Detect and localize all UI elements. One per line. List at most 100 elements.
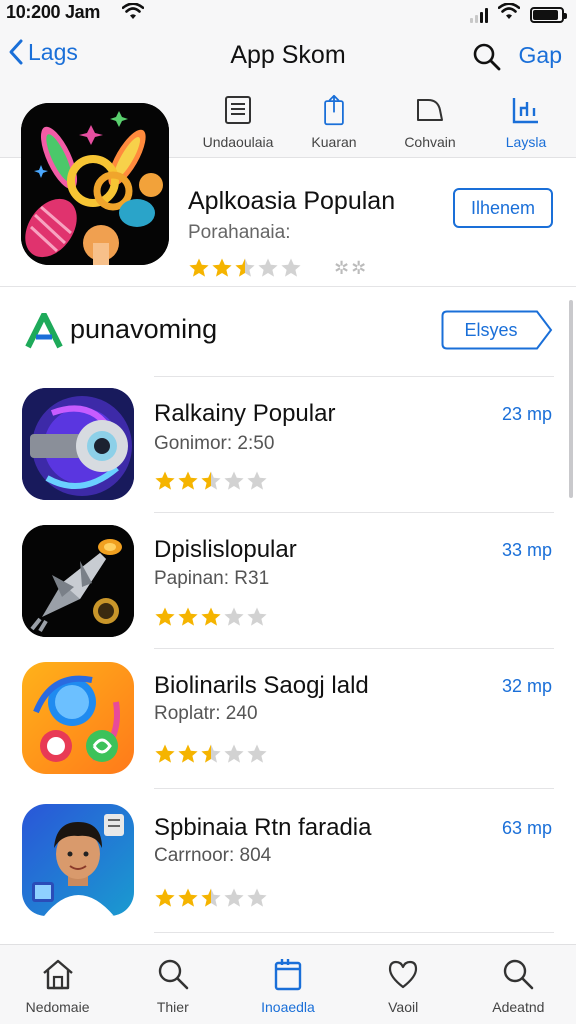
tab-label: Inoaedla — [261, 999, 315, 1015]
app-icon — [22, 662, 134, 774]
star-rating — [154, 606, 268, 628]
tab-apps[interactable]: Inoaedla — [230, 945, 345, 1024]
search-icon — [504, 959, 534, 990]
list-item[interactable]: Ralkainy Popular Gonimor: 2:50 23 mp — [0, 376, 576, 512]
section-button-label: Elsyes — [464, 319, 518, 340]
app-icon — [22, 388, 134, 500]
list-item[interactable]: Spbinaia Rtn faradia Carrnoor: 804 63 mp — [0, 788, 576, 926]
star-icon — [281, 258, 301, 277]
home-icon — [42, 959, 73, 990]
category-tab-label: Cohvain — [404, 134, 456, 150]
star-icon — [201, 888, 221, 907]
star-icon — [224, 471, 244, 490]
tab-favorites[interactable]: Vaoil — [346, 945, 461, 1024]
category-tab-label: Kuaran — [311, 134, 357, 150]
nav-action-button[interactable]: Gap — [519, 42, 562, 69]
wifi-icon — [121, 2, 145, 26]
app-name: Ralkainy Popular — [154, 400, 336, 427]
navigation-bar: Lags App Skom Gap — [0, 26, 576, 86]
app-size: 63 mp — [501, 818, 552, 838]
wifi-icon — [497, 2, 521, 26]
status-bar: 10:200 Jam — [0, 0, 576, 26]
search-button[interactable] — [472, 42, 502, 77]
star-icon — [247, 471, 267, 490]
star-icon — [224, 888, 244, 907]
section-logo-icon — [24, 312, 64, 354]
featured-app-title: Aplkoasia Populan — [188, 187, 396, 215]
app-icon — [22, 804, 134, 916]
divider — [154, 788, 554, 789]
document-icon — [225, 96, 251, 124]
category-tabs: Undaoulaia Kuaran Cohvain Laysla — [190, 86, 576, 158]
star-icon — [155, 888, 175, 907]
list-item[interactable]: Dpislislopular Papinan: R31 33 mp — [0, 512, 576, 648]
star-icon — [247, 744, 267, 763]
star-icon — [178, 888, 198, 907]
category-tab-2[interactable]: Kuaran — [286, 86, 382, 158]
share-icon — [324, 94, 344, 126]
tab-bar: Nedomaie Thier Inoaedla Vaoil Adeatnd — [0, 944, 576, 1024]
star-icon — [224, 744, 244, 763]
star-rating — [154, 470, 268, 492]
tab-home[interactable]: Nedomaie — [0, 945, 115, 1024]
section-title: punavoming — [70, 314, 218, 344]
category-tab-label: Laysla — [505, 134, 547, 150]
star-icon — [189, 258, 209, 277]
star-icon — [201, 607, 221, 626]
star-rating — [154, 887, 268, 909]
star-icon — [212, 258, 232, 277]
app-meta: Carrnoor: 804 — [154, 845, 272, 866]
divider — [154, 512, 554, 513]
app-size: 33 mp — [501, 540, 552, 560]
featured-app-icon[interactable] — [21, 103, 169, 265]
app-name: Spbinaia Rtn faradia — [154, 814, 372, 841]
app-size: 32 mp — [501, 676, 552, 696]
star-icon — [178, 607, 198, 626]
star-icon — [247, 888, 267, 907]
divider — [154, 932, 554, 933]
tab-label: Nedomaie — [25, 999, 90, 1015]
tab-label: Vaoil — [388, 999, 419, 1015]
chart-icon — [512, 98, 538, 124]
star-icon — [201, 471, 221, 490]
status-time: 10:200 Jam — [6, 2, 101, 22]
star-icon — [155, 744, 175, 763]
search-icon — [158, 959, 189, 990]
list-item[interactable]: Biolinarils Saogj lald Roplatr: 240 32 m… — [0, 648, 576, 784]
app-size: 23 mp — [501, 404, 552, 424]
star-rating — [188, 257, 302, 279]
section-button[interactable]: Elsyes — [441, 310, 554, 350]
category-tab-4[interactable]: Laysla — [478, 86, 574, 158]
apps-icon — [274, 959, 302, 991]
category-tab-1[interactable]: Undaoulaia — [190, 86, 286, 158]
category-tab-3[interactable]: Cohvain — [382, 86, 478, 158]
app-icon — [22, 525, 134, 637]
tab-search[interactable]: Thier — [115, 945, 230, 1024]
tab-label: Thier — [156, 999, 189, 1015]
signal-icon — [470, 7, 488, 23]
divider — [154, 376, 554, 377]
star-icon — [258, 258, 278, 277]
divider — [154, 648, 554, 649]
battery-icon — [530, 6, 567, 23]
app-meta: Roplatr: 240 — [154, 703, 258, 724]
star-icon — [201, 744, 221, 763]
folder-icon — [417, 99, 443, 121]
divider — [0, 286, 576, 287]
heart-icon — [389, 960, 418, 989]
featured-app-subtitle: Porahanaia: — [188, 222, 291, 243]
star-icon — [235, 258, 255, 277]
tab-label: Adeatnd — [492, 999, 545, 1015]
star-icon — [224, 607, 244, 626]
rating-extra-stars-icon: ✲✲ — [334, 257, 369, 278]
star-icon — [178, 471, 198, 490]
app-meta: Papinan: R31 — [154, 568, 270, 589]
featured-app-rating: ✲✲ — [188, 257, 368, 279]
star-rating — [154, 743, 268, 765]
star-icon — [155, 607, 175, 626]
featured-app-button[interactable]: Ilhenem — [453, 188, 553, 228]
category-tab-label: Undaoulaia — [202, 134, 274, 150]
tab-search-2[interactable]: Adeatnd — [461, 945, 576, 1024]
app-meta: Gonimor: 2:50 — [154, 433, 275, 454]
app-name: Biolinarils Saogj lald — [154, 672, 369, 699]
